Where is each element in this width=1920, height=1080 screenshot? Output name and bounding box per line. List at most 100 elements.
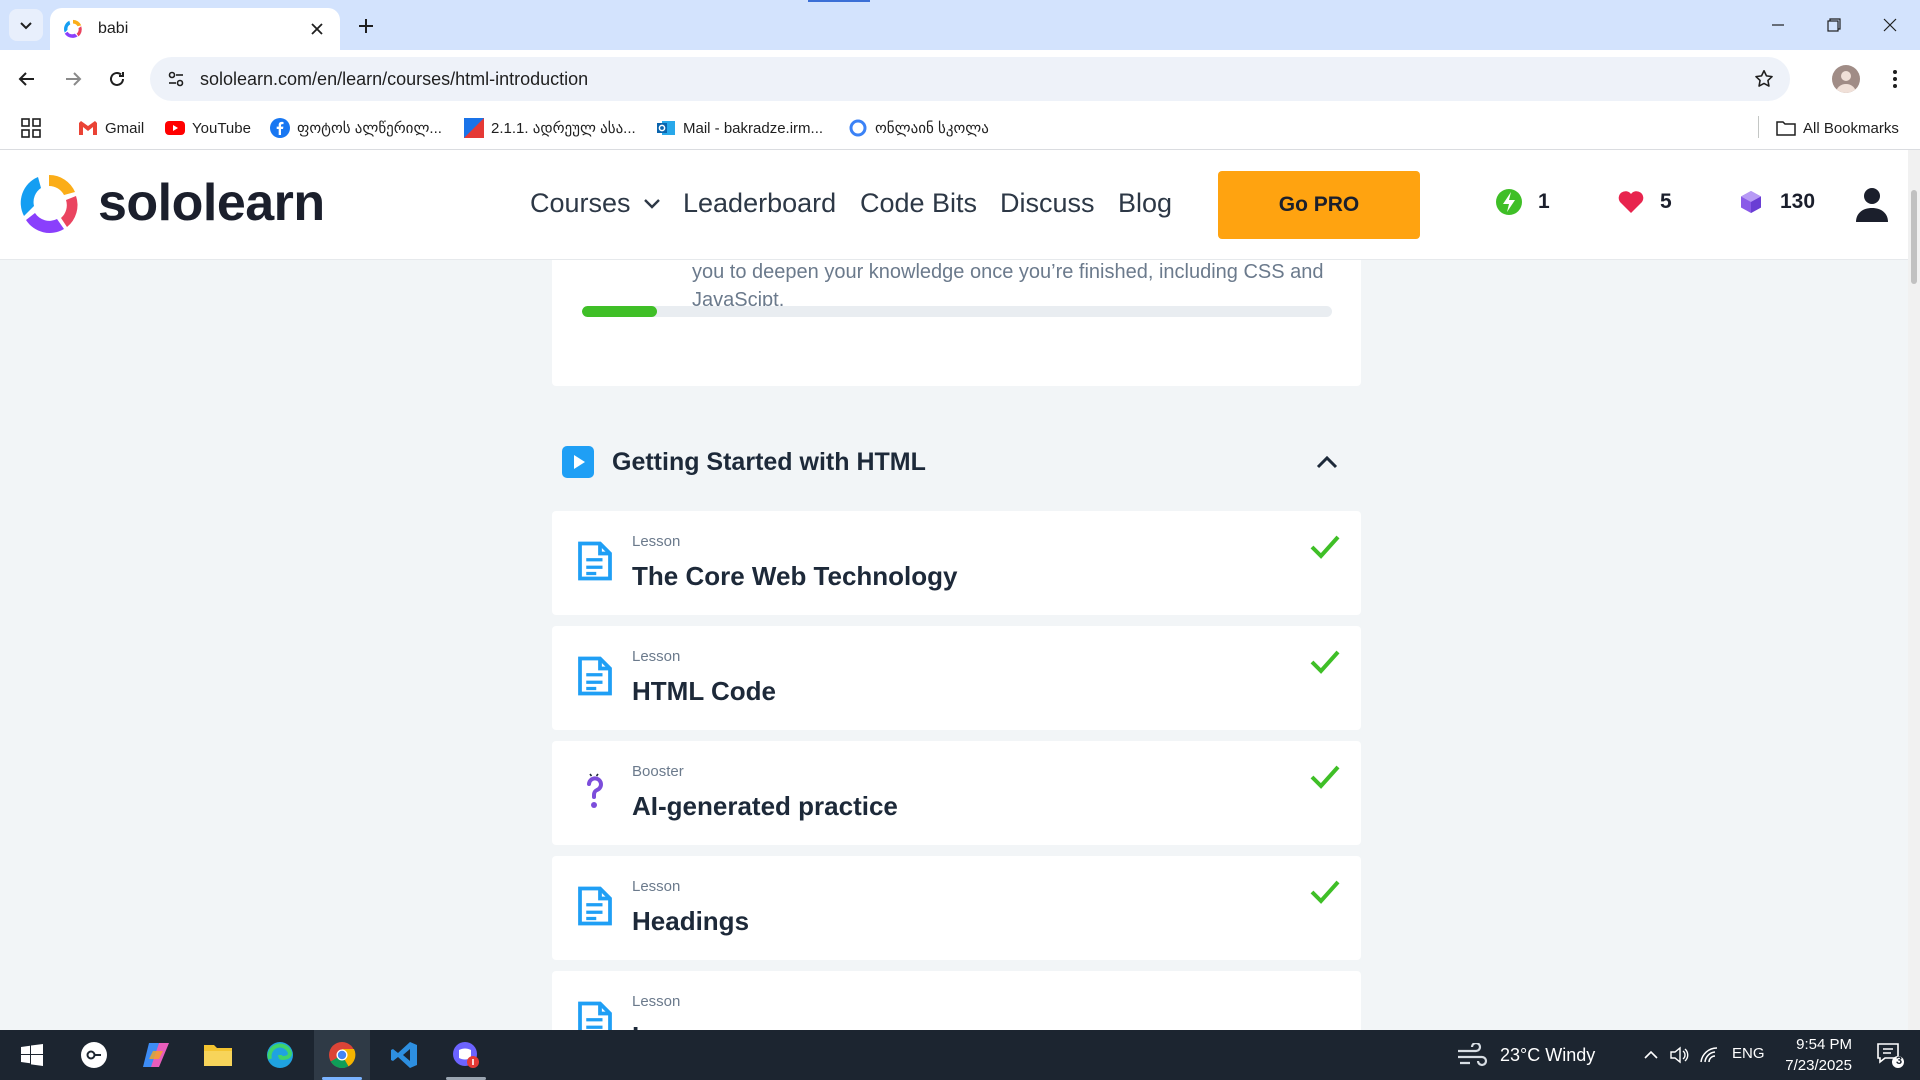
browser-tab-active[interactable]: babi: [50, 8, 340, 50]
back-button[interactable]: [10, 62, 44, 96]
module-header[interactable]: Getting Started with HTML: [552, 432, 1361, 492]
nav-courses-label: Courses: [530, 188, 631, 218]
browser-menu-button[interactable]: [1880, 64, 1910, 94]
restore-button[interactable]: [1806, 0, 1862, 50]
lesson-card[interactable]: Lesson Images: [552, 971, 1361, 1030]
lesson-card[interactable]: Lesson The Core Web Technology: [552, 511, 1361, 615]
nav-courses[interactable]: Courses: [530, 188, 661, 219]
all-bookmarks-button[interactable]: All Bookmarks: [1776, 114, 1899, 142]
sololearn-logo[interactable]: sololearn: [18, 172, 325, 234]
lesson-kind: Lesson: [632, 533, 681, 550]
lesson-doc-icon: [578, 541, 612, 581]
scrollbar-thumb[interactable]: [1911, 190, 1917, 284]
tab-close-icon[interactable]: [306, 18, 328, 40]
apps-button[interactable]: [20, 114, 42, 142]
arrow-left-icon: [18, 72, 34, 86]
booster-card[interactable]: Booster AI-generated practice: [552, 741, 1361, 845]
streak-value: 1: [1538, 190, 1550, 213]
url-text[interactable]: sololearn.com/en/learn/courses/html-intr…: [200, 69, 1744, 90]
logo-wordmark: sololearn: [98, 174, 325, 232]
course-intro-card: you to deepen your knowledge once you’re…: [552, 260, 1361, 386]
plus-icon: [359, 19, 373, 33]
nav-blog[interactable]: Blog: [1118, 188, 1172, 219]
tab-title: babi: [98, 20, 129, 37]
tray-overflow-button[interactable]: [1636, 1030, 1666, 1080]
chrome-icon: [329, 1042, 356, 1069]
hearts-counter[interactable]: 5: [1616, 187, 1672, 217]
weather-widget[interactable]: 23°C Windy: [1456, 1030, 1656, 1080]
chevron-down-icon: [20, 22, 32, 30]
browser-toolbar: sololearn.com/en/learn/courses/html-intr…: [0, 50, 1920, 106]
reload-button[interactable]: [100, 62, 134, 96]
bookmark-facebook[interactable]: ფოტოს ალწერილ...: [270, 114, 442, 142]
minimize-button[interactable]: [1750, 0, 1806, 50]
arrow-right-icon: [66, 72, 82, 86]
bookmark-label: 2.1.1. ადრეულ ასა...: [491, 120, 636, 137]
booster-question-icon: [587, 773, 603, 808]
close-window-button[interactable]: [1862, 0, 1918, 50]
minimize-icon: [1772, 24, 1784, 26]
clock-time: 9:54 PM: [1796, 1036, 1852, 1053]
network-button[interactable]: [1694, 1030, 1724, 1080]
chevron-up-icon: [1644, 1050, 1658, 1059]
lesson-kind: Lesson: [632, 878, 681, 895]
nav-blog-label: Blog: [1118, 188, 1173, 218]
bookmarks-separator: [1758, 116, 1759, 138]
streak-counter[interactable]: 1: [1494, 187, 1550, 217]
system-clock[interactable]: 9:54 PM 7/23/2025: [1740, 1034, 1852, 1076]
page-scrollbar[interactable]: [1908, 150, 1920, 1030]
tab-strip-indicator: [808, 0, 870, 2]
taskbar-vscode[interactable]: [376, 1030, 432, 1080]
forward-button[interactable]: [56, 62, 90, 96]
bookmark-star-icon[interactable]: [1744, 59, 1784, 99]
lesson-name: AI-generated practice: [632, 791, 898, 821]
notification-count: 3: [1896, 1055, 1903, 1067]
lesson-name: HTML Code: [632, 676, 776, 706]
gem-cube-icon: [1736, 187, 1766, 217]
bookmark-youtube[interactable]: YouTube: [165, 114, 251, 142]
taskbar-file-explorer[interactable]: [190, 1030, 246, 1080]
taskbar-edge[interactable]: [252, 1030, 308, 1080]
bookmark-online-school[interactable]: ონლაინ სკოლა: [848, 114, 989, 142]
nav-discuss-label: Discuss: [1000, 188, 1095, 218]
profile-avatar[interactable]: [1832, 65, 1860, 93]
lesson-doc-icon: [578, 886, 612, 926]
address-bar[interactable]: sololearn.com/en/learn/courses/html-intr…: [150, 57, 1790, 101]
gems-counter[interactable]: 130: [1736, 187, 1815, 217]
start-button[interactable]: [4, 1030, 60, 1080]
taskbar-copilot[interactable]: [128, 1030, 184, 1080]
nav-code-bits[interactable]: Code Bits: [860, 188, 977, 219]
taskbar-discord[interactable]: [438, 1030, 494, 1080]
site-info-icon[interactable]: [156, 59, 196, 99]
lesson-kind: Booster: [632, 763, 684, 780]
youtube-icon: [165, 118, 185, 138]
windows-taskbar: 23°C Windy ENG 9:54 PM 7/23/2025 3: [0, 1030, 1920, 1080]
lightning-icon: [1494, 187, 1524, 217]
lesson-card[interactable]: Lesson HTML Code: [552, 626, 1361, 730]
taskbar-search-app[interactable]: [66, 1030, 122, 1080]
bookmark-label: ონლაინ სკოლა: [875, 120, 989, 137]
lesson-card[interactable]: Lesson Headings: [552, 856, 1361, 960]
nav-discuss[interactable]: Discuss: [1000, 188, 1095, 219]
new-tab-button[interactable]: [352, 12, 380, 40]
gems-value: 130: [1780, 190, 1816, 213]
notifications-button[interactable]: 3: [1862, 1030, 1918, 1080]
bookmark-outlook[interactable]: Mail - bakradze.irm...: [656, 114, 823, 142]
nav-code-bits-label: Code Bits: [860, 188, 978, 218]
all-bookmarks-label: All Bookmarks: [1803, 119, 1899, 137]
search-app-icon: [81, 1042, 107, 1068]
go-pro-button[interactable]: Go PRO: [1218, 171, 1420, 239]
volume-button[interactable]: [1664, 1030, 1694, 1080]
bookmark-gmail[interactable]: Gmail: [78, 114, 144, 142]
nav-leaderboard[interactable]: Leaderboard: [683, 188, 836, 219]
bookmark-document[interactable]: 2.1.1. ადრეულ ასა...: [464, 114, 636, 142]
folder-icon: [204, 1045, 232, 1066]
taskbar-chrome[interactable]: [314, 1030, 370, 1080]
user-profile-icon[interactable]: [1854, 186, 1890, 224]
chevron-up-icon[interactable]: [1313, 448, 1341, 476]
browser-tab-bar: babi: [0, 0, 1920, 50]
bookmarks-bar: Gmail YouTube ფოტოს ალწერილ... 2.1.1. ად…: [0, 106, 1920, 150]
windows-logo-icon: [21, 1044, 43, 1066]
tab-search-button[interactable]: [9, 9, 43, 41]
checkmark-icon: [1310, 880, 1340, 904]
